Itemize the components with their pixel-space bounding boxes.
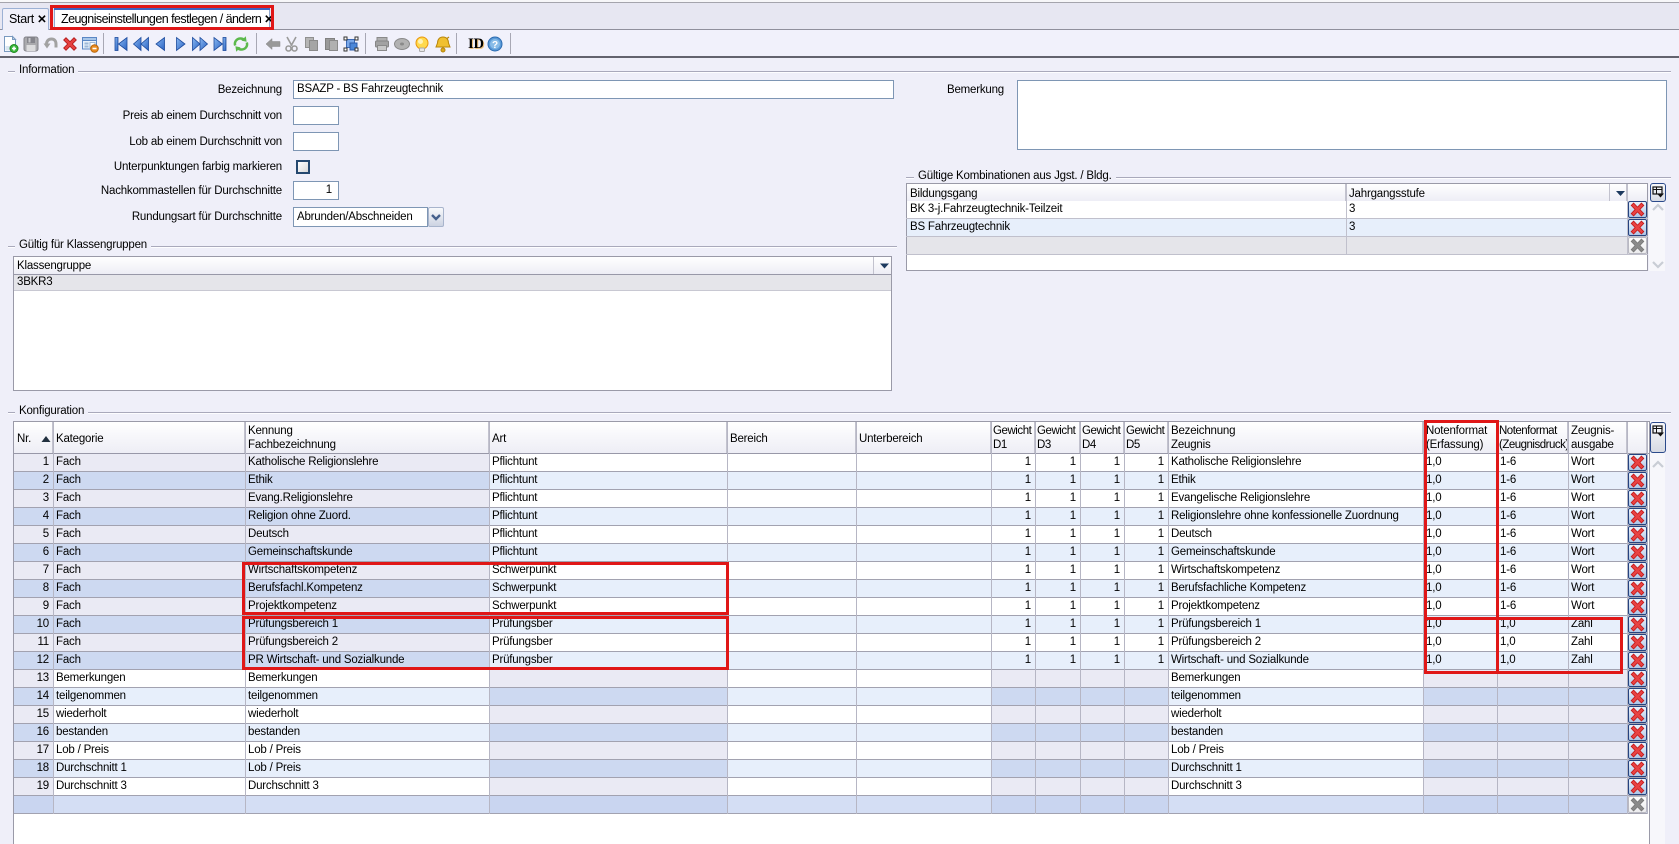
svg-text:?: ? [492,40,498,51]
